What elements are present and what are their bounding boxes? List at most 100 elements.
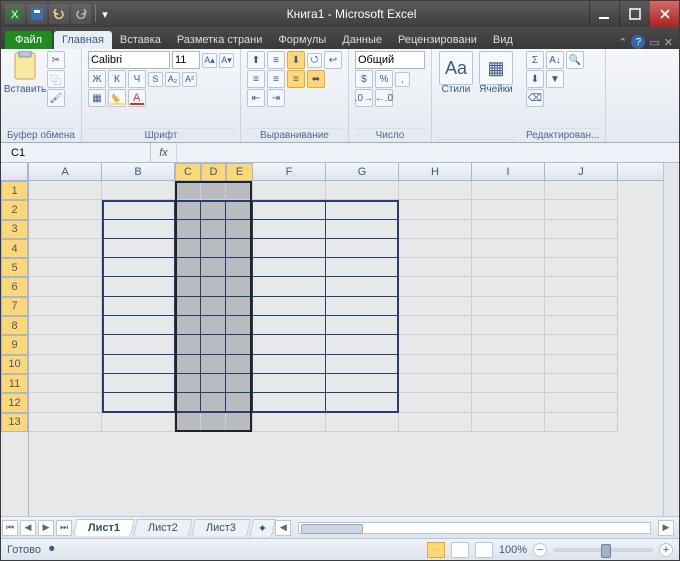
sheet-tab-2[interactable]: Лист2 — [133, 519, 193, 536]
cell[interactable] — [326, 181, 399, 200]
col-header-E[interactable]: E — [226, 163, 253, 181]
cell[interactable] — [545, 200, 618, 219]
sheet-nav-prev-icon[interactable]: ◀ — [20, 520, 36, 536]
align-left-icon[interactable]: ≡ — [247, 70, 265, 88]
cell[interactable] — [29, 200, 102, 219]
cell[interactable] — [545, 335, 618, 354]
row-header-7[interactable]: 7 — [1, 297, 28, 316]
cell[interactable] — [472, 374, 545, 393]
increase-indent-icon[interactable]: ⇥ — [267, 89, 285, 107]
cell[interactable] — [226, 374, 253, 393]
cell[interactable] — [29, 316, 102, 335]
zoom-slider[interactable] — [553, 548, 653, 552]
wrap-text-icon[interactable]: ↩ — [324, 51, 342, 69]
cells-button[interactable]: ▦Ячейки — [478, 51, 514, 95]
merge-button[interactable]: ⬌ — [307, 70, 325, 88]
cell[interactable] — [29, 220, 102, 239]
sheet-nav-next-icon[interactable]: ▶ — [38, 520, 54, 536]
row-header-8[interactable]: 8 — [1, 316, 28, 335]
format-painter-icon[interactable]: 🖌 — [47, 89, 65, 107]
cell[interactable] — [102, 335, 175, 354]
tab-view[interactable]: Вид — [485, 31, 521, 49]
sheet-tab-3[interactable]: Лист3 — [191, 519, 251, 536]
cell[interactable] — [545, 239, 618, 258]
row-header-6[interactable]: 6 — [1, 277, 28, 296]
cell[interactable] — [253, 258, 326, 277]
macro-record-icon[interactable]: ⏺ — [49, 543, 55, 556]
paste-button[interactable]: Вставить — [7, 51, 43, 95]
cell[interactable] — [226, 258, 253, 277]
cell[interactable] — [545, 277, 618, 296]
cell[interactable] — [29, 297, 102, 316]
redo-icon[interactable] — [71, 4, 91, 24]
cell[interactable] — [226, 335, 253, 354]
row-header-1[interactable]: 1 — [1, 181, 28, 200]
cell[interactable] — [102, 258, 175, 277]
align-right-icon[interactable]: ≡ — [287, 70, 305, 88]
cell[interactable] — [201, 220, 226, 239]
font-face-select[interactable] — [88, 51, 170, 69]
cell[interactable] — [472, 393, 545, 412]
cell[interactable] — [226, 277, 253, 296]
col-header-C[interactable]: C — [175, 163, 201, 181]
decrease-decimal-icon[interactable]: ←.0 — [375, 89, 393, 107]
hscroll-right-icon[interactable]: ▶ — [658, 520, 674, 536]
cell[interactable] — [472, 355, 545, 374]
window-close-icon[interactable]: ✕ — [664, 36, 673, 49]
zoom-in-button[interactable]: + — [659, 543, 673, 557]
cell[interactable] — [175, 239, 201, 258]
cell[interactable] — [326, 393, 399, 412]
align-bottom-icon[interactable]: ⬇ — [287, 51, 305, 69]
cell[interactable] — [175, 335, 201, 354]
cell[interactable] — [102, 220, 175, 239]
comma-format-icon[interactable]: , — [395, 72, 410, 87]
cell[interactable] — [175, 277, 201, 296]
cut-icon[interactable]: ✂ — [47, 51, 65, 69]
number-format-select[interactable] — [355, 51, 425, 69]
cell[interactable] — [226, 413, 253, 432]
cell[interactable] — [201, 181, 226, 200]
cell[interactable] — [545, 220, 618, 239]
cell[interactable] — [326, 277, 399, 296]
help-icon[interactable]: ? — [631, 35, 645, 49]
sheet-nav-first-icon[interactable]: ⏮ — [2, 520, 18, 536]
sheet-tab-1[interactable]: Лист1 — [73, 519, 135, 536]
align-middle-icon[interactable]: ≡ — [267, 51, 285, 69]
strikethrough-icon[interactable]: S — [148, 72, 163, 87]
cell[interactable] — [253, 181, 326, 200]
row-header-12[interactable]: 12 — [1, 393, 28, 412]
cell[interactable] — [175, 393, 201, 412]
filter-icon[interactable]: ▼ — [546, 70, 564, 88]
cell[interactable] — [326, 335, 399, 354]
decrease-font-icon[interactable]: A▾ — [219, 53, 234, 68]
cell[interactable] — [226, 200, 253, 219]
cell[interactable] — [399, 316, 472, 335]
cell[interactable] — [29, 355, 102, 374]
cell[interactable] — [226, 239, 253, 258]
qat-customize-icon[interactable]: ▾ — [100, 4, 110, 24]
cell[interactable] — [545, 181, 618, 200]
cell[interactable] — [326, 200, 399, 219]
styles-button[interactable]: AaСтили — [438, 51, 474, 95]
normal-view-button[interactable] — [427, 542, 445, 558]
cell[interactable] — [472, 239, 545, 258]
cell[interactable] — [29, 277, 102, 296]
cell[interactable] — [472, 413, 545, 432]
align-top-icon[interactable]: ⬆ — [247, 51, 265, 69]
excel-icon[interactable]: X — [5, 4, 25, 24]
cell[interactable] — [226, 316, 253, 335]
pagelayout-view-button[interactable] — [451, 542, 469, 558]
undo-icon[interactable] — [49, 4, 69, 24]
cell[interactable] — [399, 393, 472, 412]
cell[interactable] — [226, 181, 253, 200]
col-header-G[interactable]: G — [326, 163, 399, 180]
orientation-icon[interactable]: ⭯ — [307, 53, 322, 68]
cell[interactable] — [226, 355, 253, 374]
cell[interactable] — [201, 297, 226, 316]
cell[interactable] — [102, 181, 175, 200]
cell[interactable] — [253, 277, 326, 296]
cell[interactable] — [472, 335, 545, 354]
cell[interactable] — [226, 220, 253, 239]
cell[interactable] — [175, 374, 201, 393]
zoom-percent[interactable]: 100% — [499, 544, 527, 556]
